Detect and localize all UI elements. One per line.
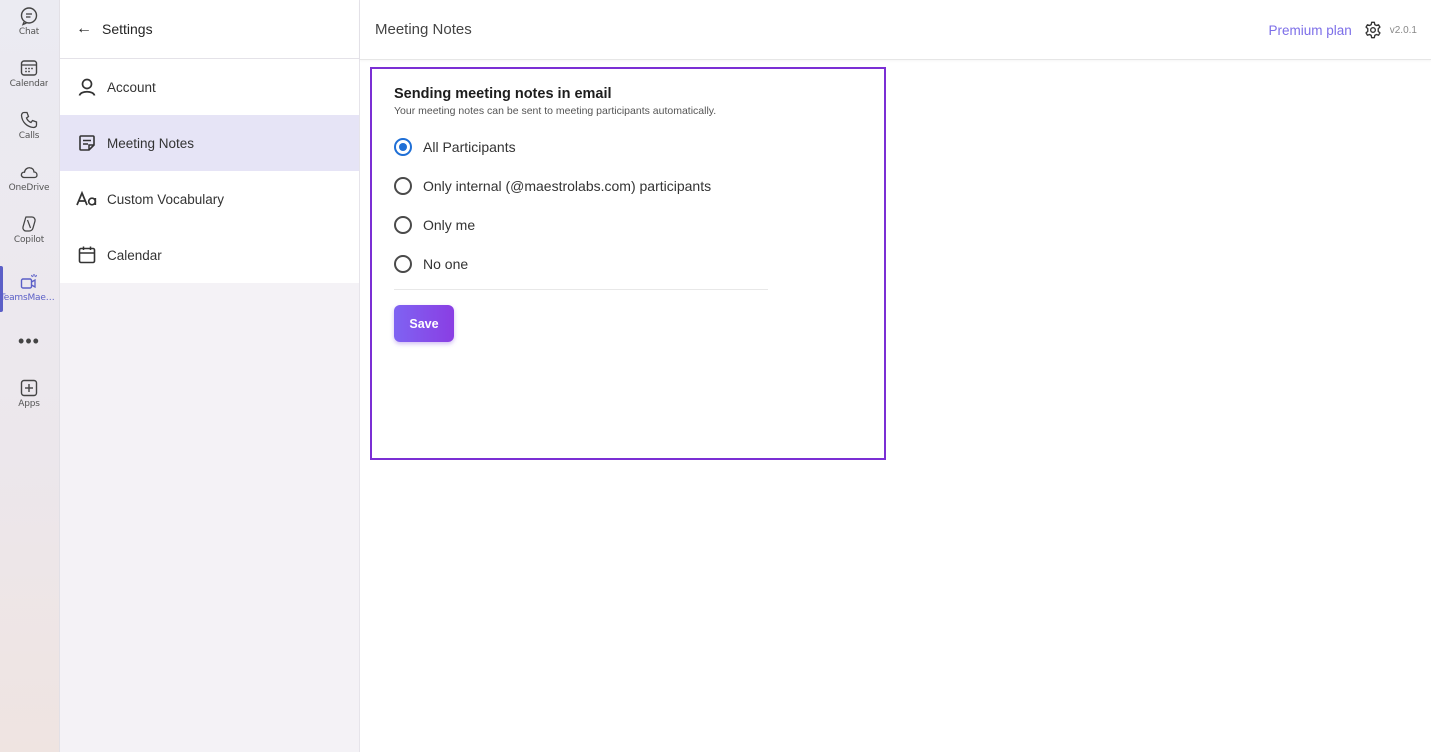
add-apps-icon bbox=[20, 379, 38, 397]
radio-option-no-one[interactable]: No one bbox=[394, 254, 884, 274]
rail-item-teamsmaestro[interactable]: TeamsMaes... bbox=[0, 272, 58, 316]
settings-title: Settings bbox=[102, 21, 153, 37]
top-bar-actions: Premium plan v2.0.1 bbox=[1268, 0, 1417, 60]
calendar-icon bbox=[20, 60, 38, 76]
settings-header: ← Settings bbox=[60, 0, 359, 59]
top-bar: Meeting Notes Premium plan v2.0.1 bbox=[360, 0, 1431, 60]
settings-item-account[interactable]: Account bbox=[60, 59, 359, 115]
version-label: v2.0.1 bbox=[1389, 24, 1417, 36]
radio-button[interactable] bbox=[394, 255, 412, 273]
radio-label: All Participants bbox=[423, 139, 516, 155]
calendar-icon bbox=[76, 244, 98, 266]
radio-label: Only internal (@maestrolabs.com) partici… bbox=[423, 178, 712, 194]
rail-item-calendar[interactable]: Calendar bbox=[0, 58, 58, 102]
main-content: Meeting Notes Premium plan v2.0.1 Sendin… bbox=[360, 0, 1431, 752]
chat-icon bbox=[20, 7, 38, 26]
save-button[interactable]: Save bbox=[394, 305, 454, 342]
premium-plan-link[interactable]: Premium plan bbox=[1268, 23, 1351, 38]
page-title: Meeting Notes bbox=[375, 21, 472, 38]
radio-button[interactable] bbox=[394, 138, 412, 156]
card-subtitle: Your meeting notes can be sent to meetin… bbox=[394, 105, 717, 117]
radio-option-only-internal[interactable]: Only internal (@maestrolabs.com) partici… bbox=[394, 176, 884, 196]
rail-item-apps[interactable]: Apps bbox=[0, 378, 58, 422]
gear-icon[interactable] bbox=[1364, 21, 1382, 39]
rail-label: Calendar bbox=[9, 79, 49, 89]
copilot-icon bbox=[22, 216, 36, 232]
rail-item-copilot[interactable]: Copilot bbox=[0, 214, 58, 258]
settings-item-custom-vocabulary[interactable]: Custom Vocabulary bbox=[60, 171, 359, 227]
email-notes-card: Sending meeting notes in email Your meet… bbox=[370, 67, 886, 460]
radio-button[interactable] bbox=[394, 216, 412, 234]
text-aa-icon bbox=[76, 188, 98, 210]
person-icon bbox=[76, 76, 98, 98]
settings-panel: ← Settings Account Meeting Notes Custom … bbox=[60, 0, 360, 752]
rail-label: Copilot bbox=[13, 235, 45, 245]
card-title: Sending meeting notes in email bbox=[394, 86, 612, 102]
radio-option-all-participants[interactable]: All Participants bbox=[394, 137, 884, 157]
rail-label: Apps bbox=[18, 399, 40, 409]
radio-label: Only me bbox=[423, 217, 476, 233]
notes-icon bbox=[76, 132, 98, 154]
rail-item-calls[interactable]: Calls bbox=[0, 110, 58, 154]
rail-label: TeamsMaes... bbox=[0, 293, 58, 303]
back-arrow-icon[interactable]: ← bbox=[76, 20, 92, 38]
settings-item-label: Account bbox=[107, 79, 156, 95]
more-apps-icon[interactable]: ••• bbox=[0, 331, 58, 352]
rail-item-onedrive[interactable]: OneDrive bbox=[0, 162, 58, 206]
settings-item-meeting-notes[interactable]: Meeting Notes bbox=[60, 115, 359, 171]
rail-label: Chat bbox=[18, 27, 40, 37]
rail-item-chat[interactable]: Chat bbox=[0, 6, 58, 50]
radio-label: No one bbox=[423, 256, 469, 272]
divider bbox=[394, 289, 768, 290]
app-rail: Chat Calendar Calls OneDrive Copilot Tea… bbox=[0, 0, 60, 752]
radio-button[interactable] bbox=[394, 177, 412, 195]
settings-item-label: Calendar bbox=[107, 247, 162, 263]
radio-option-only-me[interactable]: Only me bbox=[394, 215, 884, 235]
cloud-icon bbox=[20, 167, 38, 179]
settings-item-calendar[interactable]: Calendar bbox=[60, 227, 359, 283]
settings-item-label: Custom Vocabulary bbox=[107, 191, 225, 207]
phone-icon bbox=[20, 111, 38, 129]
rail-label: Calls bbox=[18, 131, 40, 141]
settings-item-label: Meeting Notes bbox=[107, 135, 195, 151]
teamsmaestro-icon bbox=[20, 274, 38, 289]
rail-label: OneDrive bbox=[8, 183, 50, 193]
